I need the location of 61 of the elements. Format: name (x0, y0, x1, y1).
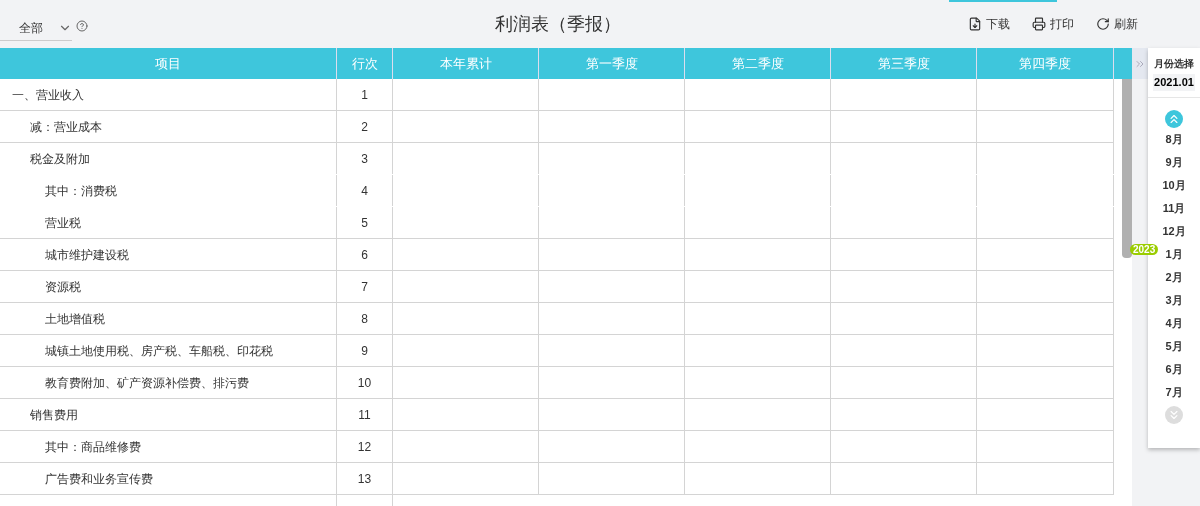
scroll-down-button[interactable] (1165, 405, 1183, 424)
collapse-panel-handle[interactable] (1132, 48, 1148, 79)
month-item[interactable]: 11月 (1162, 196, 1186, 220)
item-cell: 城市维护建设税 (0, 239, 337, 270)
item-cell: 教育费附加、矿产资源补偿费、排污费 (0, 367, 337, 398)
line-number-cell: 2 (337, 111, 393, 142)
page-title: 利润表（季报） (495, 12, 621, 36)
filter-select[interactable]: 全部 (0, 15, 72, 41)
line-number-cell: 12 (337, 431, 393, 462)
scroll-up-button[interactable] (1165, 109, 1183, 128)
item-cell: 其中：商品维修费 (0, 431, 337, 462)
line-number-cell: 9 (337, 335, 393, 366)
item-cell: 其中：消费税 (0, 175, 337, 206)
month-picker-title: 月份选择 (1154, 57, 1194, 71)
line-number-cell: 5 (337, 207, 393, 238)
current-month: 2021.01 (1153, 74, 1195, 91)
line-number-cell: 6 (337, 239, 393, 270)
item-cell: 城镇土地使用税、房产税、车船税、印花税 (0, 335, 337, 366)
item-cell: 资源税 (0, 271, 337, 302)
line-number-cell: 4 (337, 175, 393, 206)
month-item[interactable]: 7月 (1165, 380, 1183, 404)
column-header: 行次 (337, 48, 393, 79)
item-cell: 广告费和业务宣传费 (0, 463, 337, 494)
line-number-cell: 13 (337, 463, 393, 494)
item-cell: 一、营业收入 (0, 79, 337, 110)
column-header: 第四季度 (977, 48, 1114, 79)
month-item[interactable]: 1月 (1165, 242, 1183, 266)
month-item[interactable]: 9月 (1165, 150, 1183, 174)
column-header: 第三季度 (831, 48, 977, 79)
column-header: 第二季度 (685, 48, 831, 79)
month-item[interactable]: 3月 (1165, 288, 1183, 312)
line-number-cell: 3 (337, 143, 393, 174)
download-button[interactable]: 下载 (968, 15, 1010, 33)
download-icon (968, 17, 982, 31)
item-cell: 土地增值税 (0, 303, 337, 334)
month-item[interactable]: 12月 (1162, 219, 1186, 243)
column-header: 项目 (0, 48, 337, 79)
refresh-button[interactable]: 刷新 (1096, 15, 1138, 33)
month-item[interactable]: 5月 (1165, 334, 1183, 358)
column-header: 本年累计 (393, 48, 539, 79)
item-cell: 营业税 (0, 207, 337, 238)
print-button[interactable]: 打印 (1032, 15, 1074, 33)
month-item[interactable]: 10月 (1162, 173, 1186, 197)
item-cell: 减：营业成本 (0, 111, 337, 142)
month-item[interactable]: 2月 (1165, 265, 1183, 289)
line-number-cell: 10 (337, 367, 393, 398)
help-icon[interactable] (76, 20, 88, 32)
column-header: 第一季度 (539, 48, 685, 79)
printer-icon (1032, 17, 1046, 31)
refresh-icon (1096, 17, 1110, 31)
item-cell: 税金及附加 (0, 143, 337, 174)
scrollbar-thumb[interactable] (1122, 79, 1132, 258)
month-item[interactable]: 6月 (1165, 357, 1183, 381)
line-number-cell: 7 (337, 271, 393, 302)
line-number-cell: 1 (337, 79, 393, 110)
line-number-cell: 8 (337, 303, 393, 334)
line-number-cell: 11 (337, 399, 393, 430)
month-item[interactable]: 4月 (1165, 311, 1183, 335)
item-cell: 销售费用 (0, 399, 337, 430)
month-item[interactable]: 8月 (1165, 127, 1183, 151)
year-badge: 2023 (1130, 244, 1159, 255)
